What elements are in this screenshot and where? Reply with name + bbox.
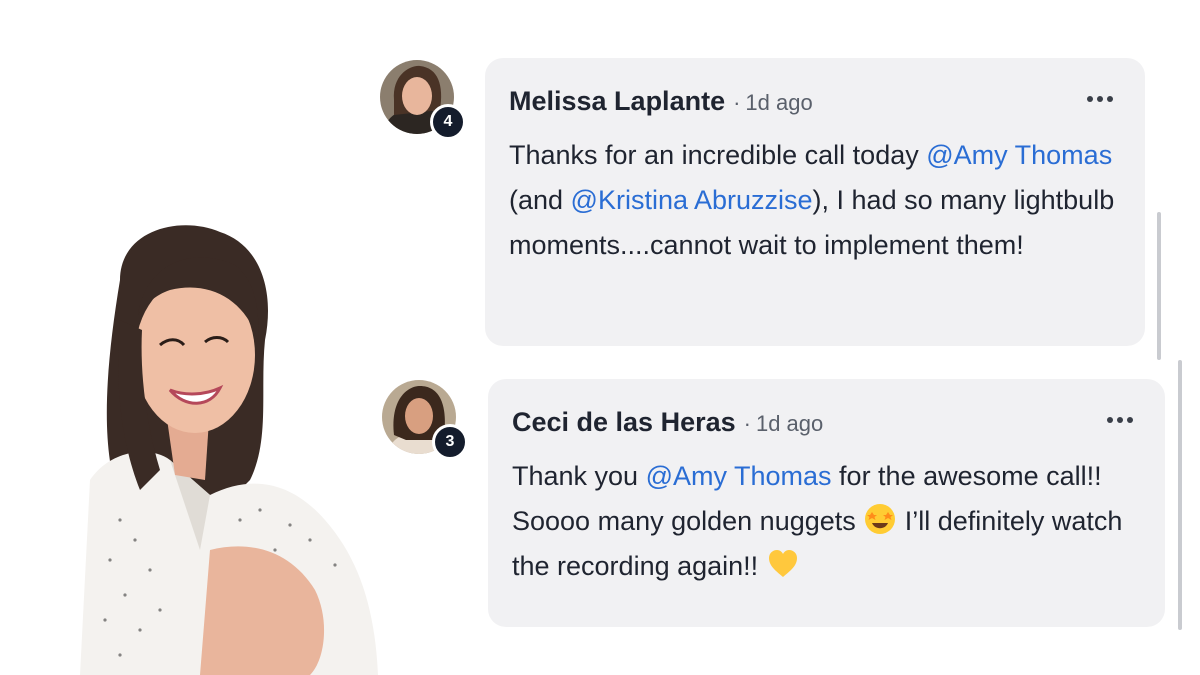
comment-bubble: Melissa Laplante · 1d ago Thanks for an … bbox=[485, 58, 1145, 346]
mention-link[interactable]: @Amy Thomas bbox=[646, 461, 832, 491]
mention-link[interactable]: @Kristina Abruzzise bbox=[571, 185, 813, 215]
text-segment: (and bbox=[509, 185, 571, 215]
comment-meta: Ceci de las Heras · 1d ago bbox=[512, 407, 1141, 438]
avatar-wrapper[interactable]: 3 bbox=[382, 380, 468, 460]
timestamp: 1d ago bbox=[755, 411, 824, 436]
person-photo bbox=[60, 220, 380, 675]
separator-dot: · bbox=[743, 411, 751, 436]
avatar-wrapper[interactable]: 4 bbox=[380, 60, 466, 140]
comment-text: Thank you @Amy Thomas for the awesome ca… bbox=[512, 454, 1141, 589]
mention-link[interactable]: @Amy Thomas bbox=[926, 140, 1112, 170]
timestamp: 1d ago bbox=[745, 90, 813, 115]
comment-bubble: Ceci de las Heras · 1d ago Thank you @Am… bbox=[488, 379, 1165, 627]
text-segment: Thanks for an incredible call today bbox=[509, 140, 927, 170]
scrollbar-thumb[interactable] bbox=[1157, 212, 1161, 360]
star-struck-emoji-icon bbox=[863, 502, 897, 536]
comment-meta: Melissa Laplante · 1d ago bbox=[509, 86, 1121, 117]
text-segment: Thank you bbox=[512, 461, 646, 491]
more-options-icon[interactable] bbox=[1087, 96, 1113, 102]
comment-text: Thanks for an incredible call today @Amy… bbox=[509, 133, 1121, 268]
author-name[interactable]: Ceci de las Heras bbox=[512, 407, 736, 438]
separator-dot: · bbox=[733, 90, 741, 115]
level-badge: 4 bbox=[430, 104, 466, 140]
author-name[interactable]: Melissa Laplante bbox=[509, 86, 725, 117]
scrollbar-thumb[interactable] bbox=[1178, 360, 1182, 630]
level-badge: 3 bbox=[432, 424, 468, 460]
yellow-heart-emoji-icon bbox=[766, 547, 800, 581]
more-options-icon[interactable] bbox=[1107, 417, 1133, 423]
